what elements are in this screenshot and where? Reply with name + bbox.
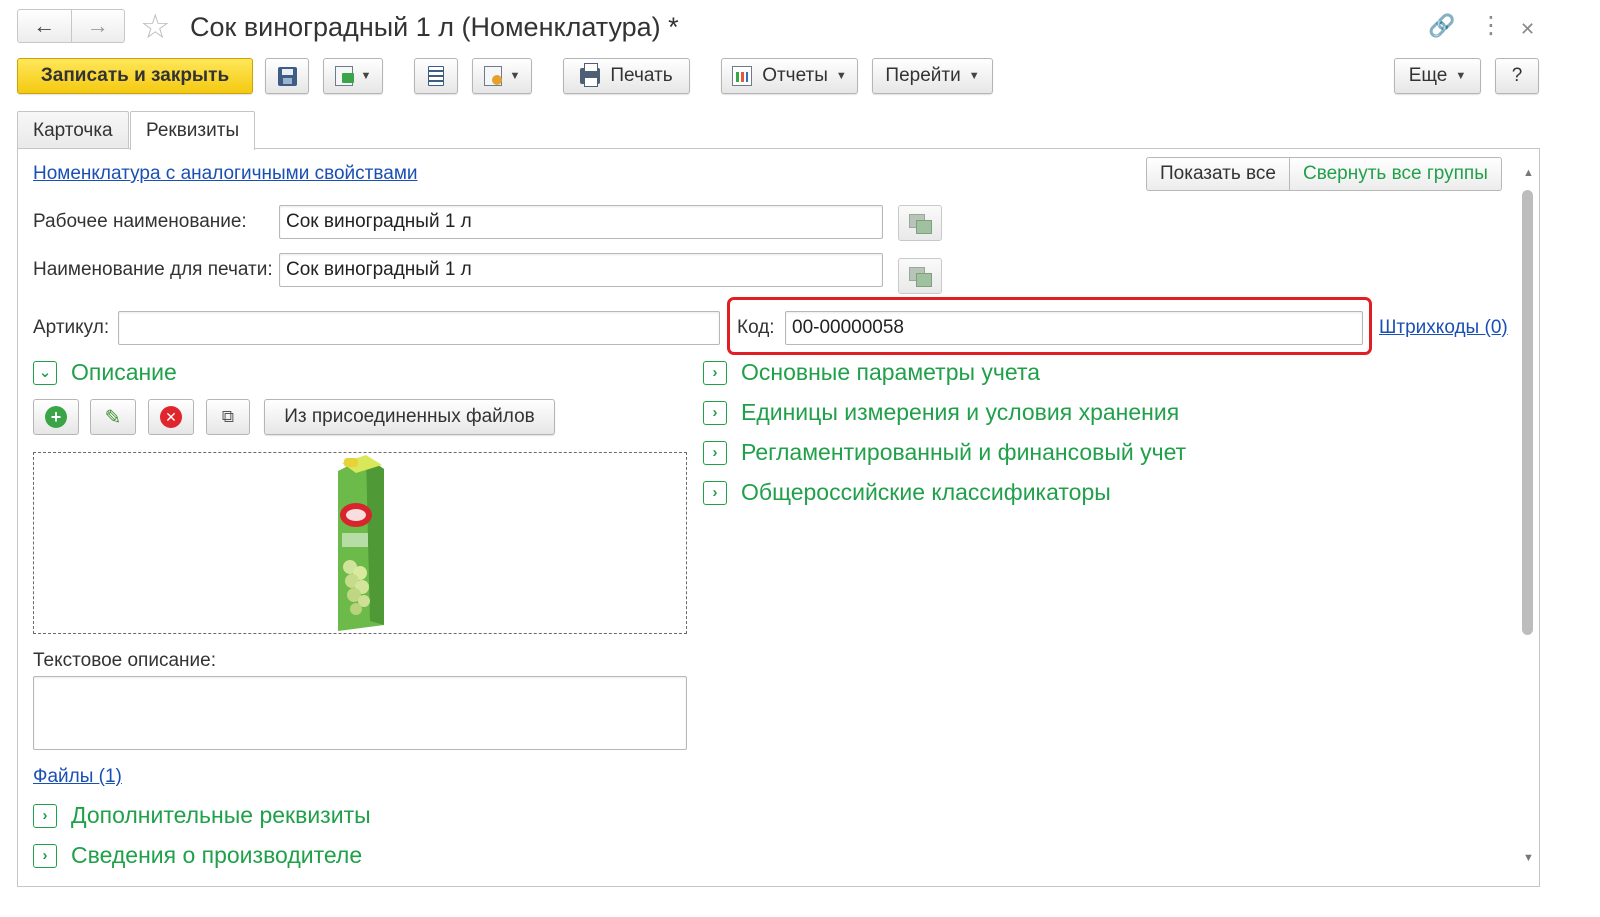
working-name-input[interactable]: Сок виноградный 1 л bbox=[279, 205, 883, 239]
similar-items-link[interactable]: Номенклатура с аналогичными свойствами bbox=[33, 163, 418, 185]
chevron-down-icon: ⌄ bbox=[33, 360, 57, 385]
print-name-label: Наименование для печати: bbox=[33, 259, 273, 280]
floppy-disk-icon bbox=[277, 66, 297, 86]
reports-label: Отчеты bbox=[762, 65, 828, 86]
text-description-label: Текстовое описание: bbox=[33, 650, 216, 671]
group-regulated-financial-accounting[interactable]: › Регламентированный и финансовый учет bbox=[703, 439, 1186, 466]
copy-working-name-button[interactable] bbox=[898, 205, 942, 241]
caret-down-icon: ▼ bbox=[1455, 70, 1467, 82]
caret-down-icon: ▼ bbox=[360, 70, 372, 82]
open-image-button[interactable]: ⧉ bbox=[206, 399, 250, 435]
link-icon[interactable]: 🔗 bbox=[1428, 12, 1455, 40]
text-description-input[interactable] bbox=[33, 676, 687, 750]
copy-print-name-button[interactable] bbox=[898, 258, 942, 294]
arrow-right-icon: → bbox=[86, 13, 109, 38]
group-title: Регламентированный и финансовый учет bbox=[741, 439, 1187, 465]
save-and-close-button[interactable]: Записать и закрыть bbox=[17, 58, 253, 94]
group-units-and-storage[interactable]: › Единицы измерения и условия хранения bbox=[703, 399, 1179, 426]
window-title: Сок виноградный 1 л (Номенклатура) * bbox=[190, 12, 679, 42]
delete-image-button[interactable]: ✕ bbox=[148, 399, 194, 435]
pencil-icon: ✎ bbox=[104, 406, 122, 429]
group-main-accounting-params[interactable]: › Основные параметры учета bbox=[703, 359, 1040, 386]
chevron-right-icon: › bbox=[703, 360, 727, 385]
nav-buttons: ← → bbox=[17, 9, 125, 43]
files-link[interactable]: Файлы (1) bbox=[33, 766, 122, 788]
caret-down-icon: ▼ bbox=[509, 70, 521, 82]
chevron-right-icon: › bbox=[33, 803, 57, 828]
more-button[interactable]: Еще ▼ bbox=[1394, 58, 1481, 94]
more-label: Еще bbox=[1408, 65, 1448, 86]
chevron-right-icon: › bbox=[33, 843, 57, 868]
copy-icon bbox=[909, 267, 932, 287]
report-chart-icon bbox=[732, 66, 753, 86]
caret-down-icon: ▼ bbox=[835, 70, 847, 82]
more-vertical-icon[interactable]: ⋮ bbox=[1479, 12, 1503, 40]
create-based-on-button[interactable]: ▼ bbox=[323, 58, 383, 94]
tab-requisites[interactable]: Реквизиты bbox=[130, 111, 256, 150]
scroll-up-arrow-icon[interactable]: ▲ bbox=[1523, 167, 1534, 179]
tab-card[interactable]: Карточка bbox=[17, 111, 129, 149]
forward-button[interactable]: → bbox=[70, 10, 125, 42]
group-title: Общероссийские классификаторы bbox=[741, 479, 1111, 505]
manufacturer-group-title: Сведения о производителе bbox=[71, 842, 363, 868]
description-group-title: Описание bbox=[71, 359, 177, 385]
group-title: Единицы измерения и условия хранения bbox=[741, 399, 1180, 425]
arrow-left-icon: ← bbox=[33, 13, 56, 38]
article-input[interactable] bbox=[118, 311, 720, 345]
group-title: Основные параметры учета bbox=[741, 359, 1041, 385]
print-name-input[interactable]: Сок виноградный 1 л bbox=[279, 253, 883, 287]
caret-down-icon: ▼ bbox=[968, 70, 980, 82]
plus-circle-icon: + bbox=[45, 406, 67, 428]
manufacturer-group-header[interactable]: › Сведения о производителе bbox=[33, 842, 362, 869]
document-clock-icon bbox=[483, 66, 502, 86]
close-icon[interactable]: ✕ bbox=[1520, 15, 1535, 43]
edit-image-button[interactable]: ✎ bbox=[90, 399, 136, 435]
working-name-label: Рабочее наименование: bbox=[33, 211, 247, 232]
save-button[interactable] bbox=[265, 58, 309, 94]
article-label: Артикул: bbox=[33, 317, 110, 338]
copy-icon bbox=[909, 214, 932, 234]
goto-button[interactable]: Перейти ▼ bbox=[872, 58, 993, 94]
barcodes-link[interactable]: Штрихкоды (0) bbox=[1379, 317, 1508, 339]
code-highlight-frame bbox=[727, 297, 1372, 355]
collapse-all-groups-button[interactable]: Свернуть все группы bbox=[1289, 158, 1501, 190]
help-button[interactable]: ? bbox=[1495, 58, 1539, 94]
reports-button[interactable]: Отчеты ▼ bbox=[721, 58, 858, 94]
favorite-star-icon[interactable]: ☆ bbox=[140, 9, 170, 45]
show-all-button[interactable]: Показать все bbox=[1147, 158, 1289, 190]
product-image-frame[interactable] bbox=[33, 452, 687, 634]
structure-button[interactable] bbox=[414, 58, 458, 94]
scroll-down-arrow-icon[interactable]: ▼ bbox=[1523, 852, 1534, 864]
back-button[interactable]: ← bbox=[18, 10, 71, 42]
create-document-icon bbox=[334, 66, 354, 86]
juice-carton-image bbox=[338, 455, 384, 631]
vertical-scrollbar-thumb[interactable] bbox=[1522, 190, 1533, 635]
chevron-right-icon: › bbox=[703, 400, 727, 425]
printer-icon bbox=[580, 63, 601, 87]
list-document-icon bbox=[428, 66, 444, 86]
from-attached-files-button[interactable]: Из присоединенных файлов bbox=[264, 399, 555, 435]
group-controls: Показать все Свернуть все группы bbox=[1146, 157, 1502, 191]
description-group-header[interactable]: ⌄ Описание bbox=[33, 359, 177, 386]
add-image-button[interactable]: + bbox=[33, 399, 79, 435]
additional-requisites-group-header[interactable]: › Дополнительные реквизиты bbox=[33, 802, 371, 829]
print-button[interactable]: Печать bbox=[563, 58, 690, 94]
delete-circle-icon: ✕ bbox=[160, 406, 182, 428]
print-label: Печать bbox=[610, 65, 673, 86]
additional-requisites-title: Дополнительные реквизиты bbox=[71, 802, 371, 828]
related-documents-button[interactable]: ▼ bbox=[472, 58, 532, 94]
group-russian-classifiers[interactable]: › Общероссийские классификаторы bbox=[703, 479, 1111, 506]
chevron-right-icon: › bbox=[703, 440, 727, 465]
goto-label: Перейти bbox=[885, 65, 961, 86]
copy-window-icon: ⧉ bbox=[221, 407, 235, 426]
chevron-right-icon: › bbox=[703, 480, 727, 505]
